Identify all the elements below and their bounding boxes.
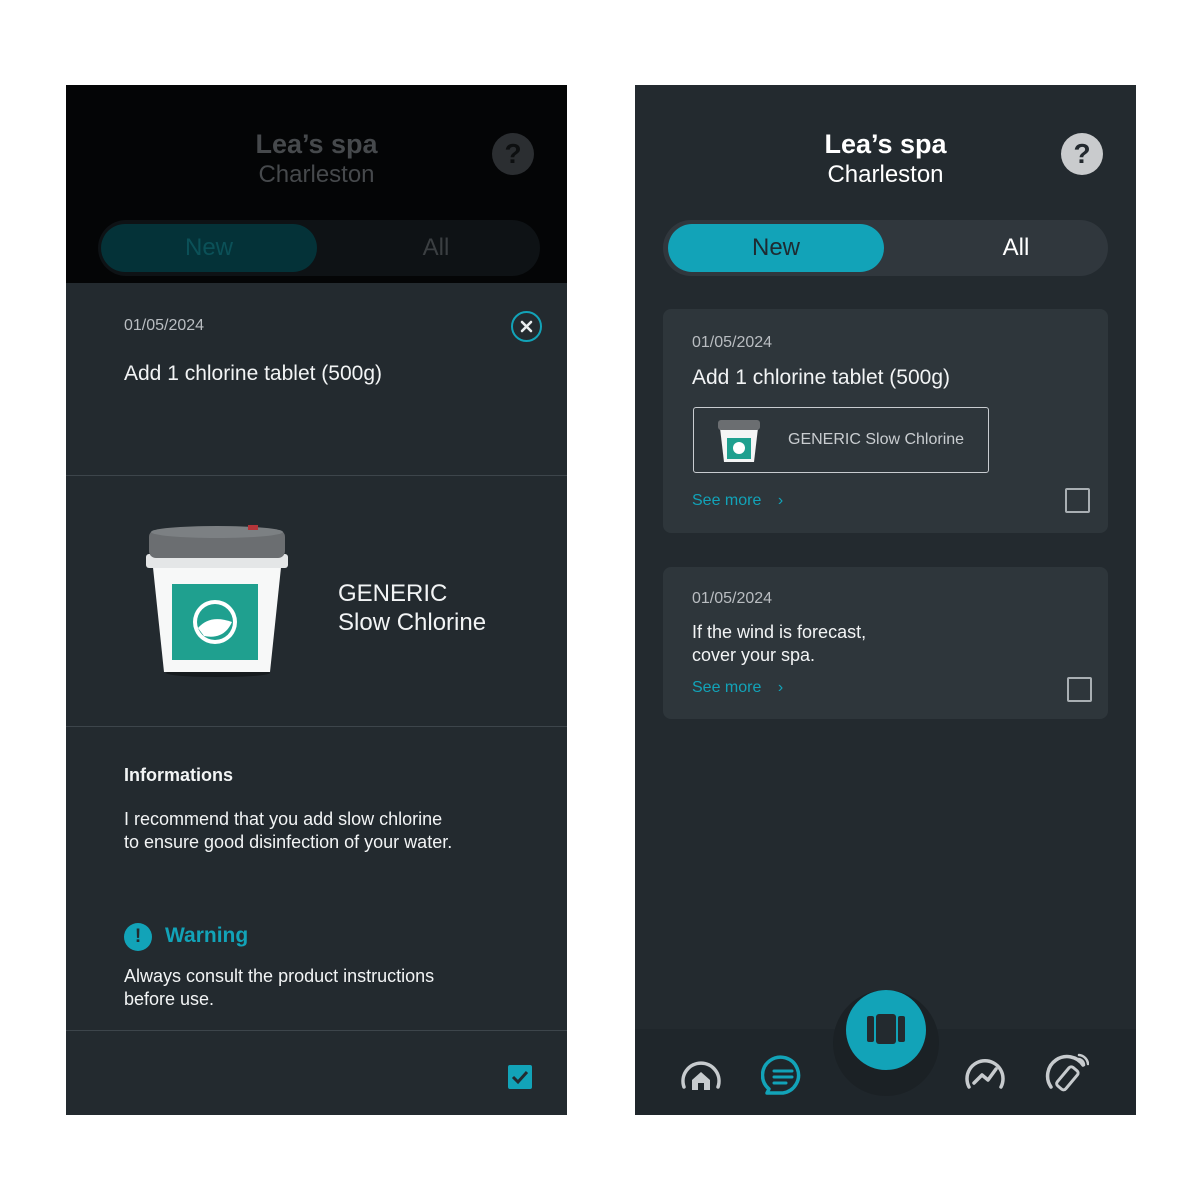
done-checkbox-checked[interactable] [508, 1065, 532, 1089]
see-more-link[interactable]: See more › [692, 492, 783, 510]
done-checkbox[interactable] [1065, 488, 1090, 513]
task-summary-section: 01/05/2024 Add 1 chlorine tablet (500g) [66, 283, 567, 476]
product-type: Slow Chlorine [338, 609, 487, 636]
product-section: GENERIC Slow Chlorine [66, 476, 567, 727]
warning-heading: Warning [165, 924, 249, 947]
informations-line-2: to ensure good disinfection of your wate… [124, 832, 453, 852]
performance-gauge-icon[interactable] [963, 1053, 1007, 1097]
see-more-label: See more [692, 679, 762, 696]
remote-control-icon[interactable] [1045, 1053, 1089, 1097]
product-chip[interactable]: GENERIC Slow Chlorine [693, 407, 989, 473]
see-more-link[interactable]: See more › [692, 679, 783, 697]
tab-new[interactable]: New [668, 224, 884, 272]
card-date: 01/05/2024 [692, 590, 773, 607]
chlorine-bucket-image [146, 525, 288, 677]
product-chip-label: GENERIC Slow Chlorine [788, 431, 965, 448]
advice-list-screen: Lea’s spa Charleston ? New All 01/05/202… [635, 85, 1136, 1115]
done-checkbox[interactable] [1067, 677, 1092, 702]
warning-icon: ! [124, 923, 152, 951]
help-button[interactable]: ? [1061, 133, 1103, 175]
header: Lea’s spa Charleston ? New All [635, 85, 1136, 283]
tab-switcher: New All [98, 220, 540, 276]
spa-location: Charleston [258, 161, 375, 188]
spa-icon [867, 1014, 905, 1044]
checkmark-icon [511, 1070, 529, 1085]
card-task-line-1: If the wind is forecast, [692, 622, 867, 642]
card-date: 01/05/2024 [692, 334, 773, 351]
tab-all[interactable]: All [343, 224, 529, 272]
spa-location: Charleston [827, 161, 944, 188]
close-button[interactable] [511, 311, 542, 342]
advice-detail-screen: Lea’s spa Charleston ? New All 01/05/202… [66, 85, 567, 1115]
close-icon [520, 320, 533, 333]
card-task: If the wind is forecast, cover your spa. [692, 621, 866, 667]
card-task-line-2: cover your spa. [692, 645, 816, 665]
dimmed-header: Lea’s spa Charleston ? New All [66, 85, 567, 283]
advice-card[interactable]: 01/05/2024 If the wind is forecast, cove… [663, 567, 1108, 719]
help-button[interactable]: ? [492, 133, 534, 175]
informations-line-1: I recommend that you add slow chlorine [124, 809, 443, 829]
informations-text: I recommend that you add slow chlorine t… [124, 808, 524, 854]
task-title: Add 1 chlorine tablet (500g) [124, 362, 382, 385]
informations-heading: Informations [124, 765, 234, 785]
advice-card[interactable]: 01/05/2024 Add 1 chlorine tablet (500g) … [663, 309, 1108, 533]
tab-switcher: New All [663, 220, 1108, 276]
advice-chat-icon[interactable] [761, 1053, 805, 1097]
spa-center-button[interactable] [846, 990, 926, 1070]
chevron-right-icon: › [777, 492, 784, 509]
warning-line-1: Always consult the product instructions [124, 966, 435, 986]
chlorine-bucket-thumbnail [718, 420, 760, 462]
see-more-label: See more [692, 492, 762, 509]
warning-line-2: before use. [124, 989, 215, 1009]
product-brand: GENERIC [338, 580, 448, 607]
tab-all[interactable]: All [923, 224, 1109, 272]
chevron-right-icon: › [777, 679, 784, 696]
home-icon[interactable] [679, 1053, 723, 1097]
task-date: 01/05/2024 [124, 317, 205, 334]
warning-text: Always consult the product instructions … [124, 965, 524, 1011]
tab-new[interactable]: New [101, 224, 317, 272]
product-name: GENERIC Slow Chlorine [338, 579, 538, 637]
card-task: Add 1 chlorine tablet (500g) [692, 366, 950, 389]
